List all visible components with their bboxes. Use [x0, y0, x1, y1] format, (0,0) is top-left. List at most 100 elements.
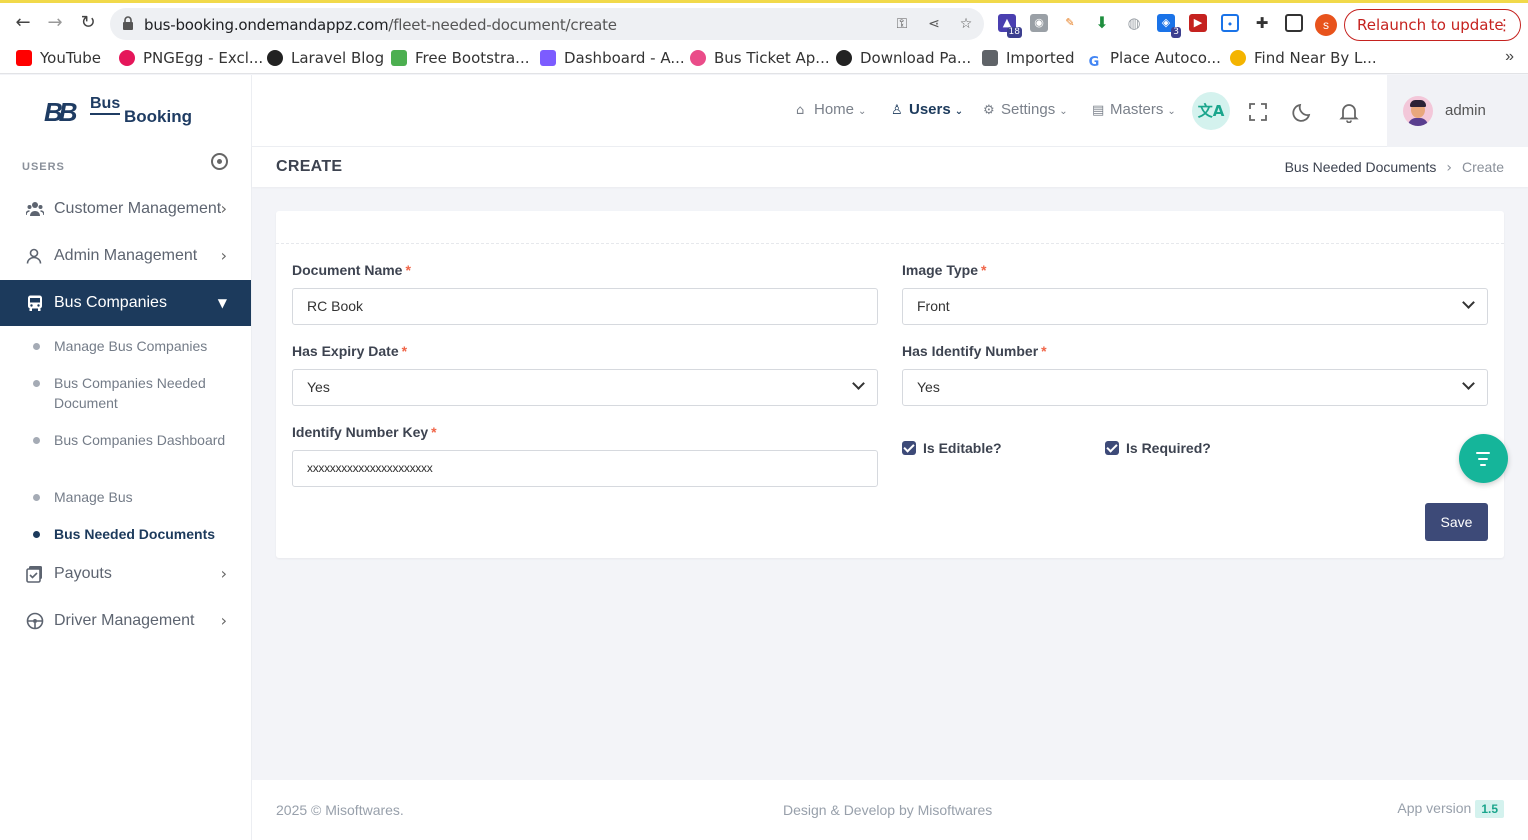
steering-wheel-icon	[26, 612, 44, 630]
checkbox-checked-icon[interactable]	[1105, 441, 1119, 455]
dark-mode-moon-icon[interactable]	[1292, 101, 1314, 123]
sidebar-item-label: Bus Companies	[54, 294, 167, 311]
document-name-input[interactable]: RC Book	[292, 288, 878, 325]
sidebar-item-admin-management[interactable]: Admin Management ›	[0, 233, 251, 279]
share-icon[interactable]: ⋖	[926, 16, 942, 32]
reload-icon[interactable]: ↻	[77, 12, 99, 34]
user-menu[interactable]: admin	[1387, 75, 1528, 147]
image-type-label: Image Type *	[902, 262, 987, 278]
address-bar[interactable]: bus-booking.ondemandappz.com/fleet-neede…	[110, 8, 984, 40]
avatar	[1403, 96, 1433, 126]
sidebar-item-payouts[interactable]: Payouts ›	[0, 551, 251, 597]
sidebar-item-label: Customer Management	[54, 200, 222, 217]
bookmark-folder-imported[interactable]: Imported	[982, 48, 1075, 68]
sidebar-toggle-icon[interactable]	[211, 153, 228, 170]
user-icon: ♙	[891, 103, 903, 118]
dashboard-icon	[540, 50, 556, 66]
location-icon	[1230, 50, 1246, 66]
sidebar-item-label: Driver Management	[54, 612, 195, 629]
globe-icon	[836, 50, 852, 66]
color-picker-extension-icon[interactable]: ✎	[1061, 14, 1079, 32]
bookmark-youtube[interactable]: YouTube	[16, 48, 101, 68]
nav-settings[interactable]: ⚙ Settings ⌄	[983, 101, 1068, 118]
save-button[interactable]: Save	[1425, 503, 1488, 541]
username: admin	[1445, 102, 1486, 119]
chevron-down-icon: ▼	[217, 296, 227, 310]
key-icon[interactable]: ⚿	[894, 16, 910, 32]
fullscreen-icon[interactable]	[1247, 101, 1269, 123]
leaf-icon	[391, 50, 407, 66]
relaunch-button[interactable]: Relaunch to update ⋮	[1344, 9, 1521, 41]
extension-icon[interactable]: ◈ 3	[1157, 14, 1181, 38]
identify-key-input[interactable]: xxxxxxxxxxxxxxxxxxxxxx	[292, 450, 878, 487]
user-outline-icon	[26, 248, 42, 264]
nav-home[interactable]: ⌂ Home ⌄	[796, 101, 866, 118]
sidebar-item-driver-management[interactable]: Driver Management ›	[0, 598, 251, 644]
translate-icon[interactable]: 文A	[1192, 92, 1230, 130]
sidebar-item-bus-companies[interactable]: Bus Companies ▼	[0, 280, 251, 326]
identify-key-label: Identify Number Key *	[292, 424, 437, 440]
is-editable-checkbox[interactable]: Is Editable?	[902, 440, 1002, 456]
logo[interactable]: BB Bus Booking	[44, 95, 194, 127]
pngegg-icon	[119, 50, 135, 66]
star-icon[interactable]: ☆	[958, 16, 974, 32]
download-extension-icon[interactable]: ⬇	[1093, 14, 1111, 32]
bookmark-find-near-by[interactable]: Find Near By L...	[1230, 48, 1377, 68]
chevron-down-icon	[1462, 377, 1475, 390]
floating-menu-button[interactable]	[1459, 434, 1508, 483]
camera-extension-icon[interactable]: ◉	[1030, 14, 1048, 32]
has-expiry-select[interactable]: Yes	[292, 369, 878, 406]
image-type-select[interactable]: Front	[902, 288, 1488, 325]
logo-word-bus: Bus	[90, 95, 121, 115]
top-header: ⌂ Home ⌄ ♙ Users ⌄ ⚙ Settings ⌄ ▤ Masters ⌄ 文A a…	[252, 75, 1528, 147]
sidebar-subitem-bus-needed-documents[interactable]: Bus Needed Documents	[33, 524, 234, 544]
chevron-down-icon	[852, 377, 865, 390]
puzzle-icon[interactable]: ✚	[1253, 14, 1271, 32]
sidebar-item-customer-management[interactable]: Customer Management ›	[0, 186, 251, 232]
menu-dots-icon[interactable]: ⋮	[1497, 10, 1512, 40]
bookmarks-bar: YouTube PNGEgg - Excl... Laravel Blog Fr…	[0, 42, 1528, 74]
sidebar-subitem-manage-bus-companies[interactable]: Manage Bus Companies	[33, 336, 234, 356]
bookmark-pngegg[interactable]: PNGEgg - Excl...	[119, 48, 263, 68]
globe-extension-icon[interactable]: ◍	[1125, 14, 1143, 32]
chevron-right-icon: ›	[220, 564, 227, 583]
bookmark-bus-ticket[interactable]: Bus Ticket Ap...	[690, 48, 830, 68]
bookmark-place-autocomplete[interactable]: G Place Autoco...	[1086, 48, 1221, 71]
bookmark-download[interactable]: Download Pa...	[836, 48, 971, 68]
media-extension-icon[interactable]: ▶	[1189, 14, 1207, 32]
form-card: Document Name * RC Book Image Type * Front…	[276, 211, 1504, 558]
breadcrumb-link[interactable]: Bus Needed Documents	[1285, 159, 1437, 175]
bus-icon	[28, 295, 42, 311]
dribbble-icon	[690, 50, 706, 66]
bookmark-dashboard[interactable]: Dashboard - A...	[540, 48, 685, 68]
sidebar-item-label: Payouts	[54, 565, 112, 582]
has-expiry-label: Has Expiry Date *	[292, 343, 408, 359]
url-text: bus-booking.ondemandappz.com/fleet-neede…	[144, 16, 617, 34]
bookmarks-overflow-icon[interactable]: »	[1505, 48, 1514, 66]
bookmark-free-bootstrap[interactable]: Free Bootstra...	[391, 48, 530, 68]
nav-users[interactable]: ♙ Users ⌄	[891, 101, 963, 118]
profile-avatar[interactable]: s	[1315, 14, 1337, 36]
chevron-right-icon: ›	[220, 246, 227, 265]
side-panel-icon[interactable]	[1285, 14, 1303, 32]
bookmark-laravel-blog[interactable]: Laravel Blog	[267, 48, 384, 68]
sidebar-subitem-bus-companies-needed-document[interactable]: Bus Companies Needed Document	[33, 373, 234, 413]
sidebar: BB Bus Booking USERS Customer Management…	[0, 75, 252, 840]
nav-masters[interactable]: ▤ Masters ⌄	[1092, 101, 1176, 118]
back-arrow-icon[interactable]: ←	[12, 12, 34, 34]
checkbox-checked-icon[interactable]	[902, 441, 916, 455]
footer: 2025 © Misoftwares. Design & Develop by …	[252, 780, 1528, 840]
folder-icon	[982, 50, 998, 66]
chevron-down-icon: ⌄	[1167, 106, 1176, 117]
sidebar-subitem-bus-companies-dashboard[interactable]: Bus Companies Dashboard	[33, 430, 234, 450]
google-icon: G	[1086, 55, 1102, 71]
extension-icon[interactable]: •	[1221, 14, 1239, 32]
sidebar-subitem-manage-bus[interactable]: Manage Bus	[33, 487, 234, 507]
is-required-checkbox[interactable]: Is Required?	[1105, 440, 1211, 456]
logo-mark: BB	[44, 97, 78, 127]
bell-icon[interactable]	[1338, 101, 1360, 123]
has-identify-select[interactable]: Yes	[902, 369, 1488, 406]
chevron-right-icon: ›	[220, 611, 227, 630]
forward-arrow-icon[interactable]: →	[44, 12, 66, 34]
extension-icon[interactable]: ▲ 18	[998, 14, 1022, 38]
